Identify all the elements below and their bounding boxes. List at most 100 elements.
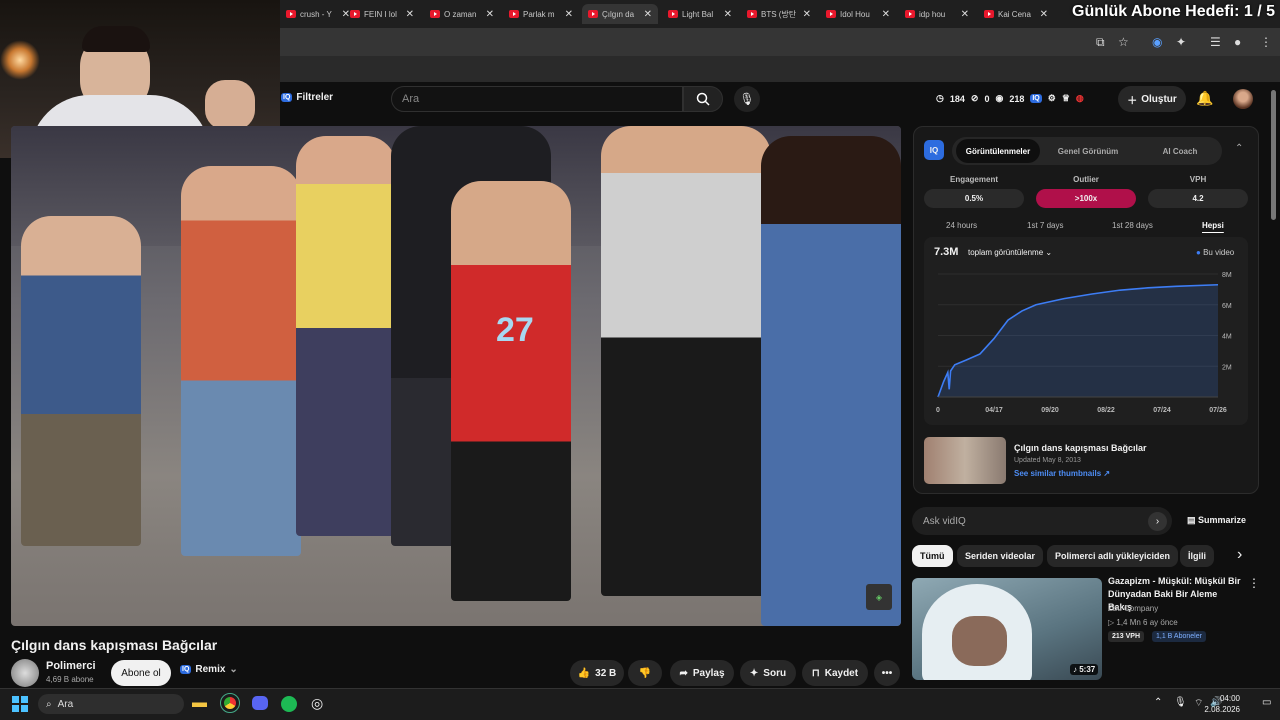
duration-text: 5:37 [1079, 665, 1096, 674]
remix-button[interactable]: IQ Remix ⌄ [180, 664, 238, 675]
stream-overlay-text: Günlük Abone Hedefi: 1 / 5 [1072, 3, 1275, 20]
puzzle-icon[interactable]: ✦ [1176, 35, 1186, 49]
filter-button[interactable]: IQ Filtreler [281, 92, 333, 103]
search-icon [696, 92, 710, 106]
range-tab[interactable]: 1st 7 days [1027, 221, 1063, 230]
recommendation-subs: 1,1 B Aboneler [1152, 631, 1206, 642]
browser-tab[interactable]: Kai Cena ✕ [978, 4, 1054, 24]
ask-vidiq-input[interactable]: Ask vidIQ [912, 507, 1172, 535]
browser-tab[interactable]: Çılgın da ✕ [582, 4, 658, 24]
range-tab[interactable]: Hepsi [1202, 221, 1224, 230]
account-avatar[interactable] [1233, 89, 1253, 109]
star-icon[interactable]: ☆ [1118, 35, 1129, 49]
system-clock[interactable]: 04:00 2.08.2026 [1196, 693, 1240, 715]
x-tick-label: 04/17 [985, 407, 1003, 414]
recommendation-channel[interactable]: Zbu Company [1108, 604, 1158, 613]
chrome-icon[interactable] [220, 693, 240, 713]
scrollbar[interactable] [1271, 90, 1276, 220]
summarize-button[interactable]: ▤ Summarize [1187, 515, 1246, 526]
profile-icon[interactable]: ● [1234, 35, 1241, 49]
discord-icon[interactable] [252, 696, 268, 710]
windows-start-icon[interactable] [12, 696, 28, 712]
video-card-title: Çılgın dans kapışması Bağcılar [1014, 443, 1147, 453]
taskbar-search[interactable]: ⌕ Ara [38, 694, 184, 714]
similar-thumbnails-link[interactable]: See similar thumbnails ↗ [1014, 469, 1110, 478]
browser-tab[interactable]: Idol Hou ✕ [820, 4, 896, 24]
live-icon[interactable]: ◍ [1076, 93, 1084, 104]
file-explorer-icon[interactable]: ▬ [192, 694, 207, 711]
like-button[interactable]: 👍 32 B [570, 660, 624, 686]
views-chart: 7.3M toplam görüntülenme ⌄ ● Bu video 2M… [924, 237, 1248, 425]
browser-tab[interactable]: Parlak m ✕ [503, 4, 579, 24]
chips-next-icon[interactable]: › [1237, 546, 1242, 564]
tab-close-icon[interactable]: ✕ [961, 9, 969, 20]
range-tab[interactable]: 24 hours [946, 221, 977, 230]
voice-search-button[interactable]: 🎙 [734, 86, 760, 112]
tab-title: Kai Cena [998, 9, 1031, 19]
vidiq-tab[interactable]: AI Coach [1138, 139, 1222, 163]
notifications-bell-icon[interactable]: 🔔 [1196, 90, 1213, 107]
y-tick-label: 6M [1222, 303, 1232, 310]
ask-send-button[interactable]: › [1148, 512, 1167, 531]
save-button[interactable]: ⊓ Kaydet [802, 660, 868, 686]
obs-icon[interactable]: ◎ [311, 695, 323, 712]
tab-close-icon[interactable]: ✕ [803, 9, 811, 20]
tab-close-icon[interactable]: ✕ [565, 9, 573, 20]
browser-tab[interactable]: O zaman ✕ [424, 4, 500, 24]
recommendation-thumbnail[interactable]: ♪ 5:37 [912, 578, 1102, 680]
trophy-icon[interactable]: ♕ [1062, 93, 1070, 104]
vidiq-tab[interactable]: Görüntülenmeler [956, 139, 1040, 163]
collapse-icon[interactable]: ⌃ [1235, 143, 1243, 154]
person [21, 216, 141, 546]
tray-expand-icon[interactable]: ⌃ [1154, 697, 1162, 708]
browser-tab[interactable]: idp hou ✕ [899, 4, 975, 24]
tab-close-icon[interactable]: ✕ [486, 9, 494, 20]
channel-name[interactable]: Polimerci [46, 660, 96, 672]
channel-watermark-icon[interactable]: ◈ [866, 584, 892, 610]
menu-icon[interactable]: ⋮ [1260, 35, 1272, 49]
dislike-button[interactable]: 👎 [628, 660, 662, 686]
tab-title: BTS (방탄 [761, 9, 797, 19]
channel-avatar[interactable] [11, 659, 39, 687]
vidiq-icon[interactable]: IQ [1030, 94, 1042, 103]
filter-chip[interactable]: Tümü [912, 545, 953, 567]
tab-close-icon[interactable]: ✕ [406, 9, 414, 20]
microphone-tray-icon[interactable]: 🎙 [1174, 697, 1187, 708]
search-input[interactable]: Ara [391, 86, 683, 112]
y-tick-label: 4M [1222, 334, 1232, 341]
playlist-icon[interactable]: ☰ [1210, 35, 1221, 49]
video-player[interactable]: 27 ◈ [11, 126, 901, 626]
filter-chip[interactable]: İlgili [1180, 545, 1214, 567]
vidiq-tab[interactable]: Genel Görünüm [1046, 139, 1130, 163]
ask-button[interactable]: ✦ Soru [740, 660, 796, 686]
range-tab[interactable]: 1st 28 days [1112, 221, 1153, 230]
bookmarks-bar [280, 56, 1280, 82]
filter-chip[interactable]: Seriden videolar [957, 545, 1044, 567]
extension-icon[interactable]: ⧉ [1096, 35, 1105, 50]
tab-close-icon[interactable]: ✕ [882, 9, 890, 20]
eye-icon: ◉ [995, 93, 1004, 103]
create-label: Oluştur [1141, 93, 1177, 105]
vidiq-logo-icon: IQ [924, 140, 944, 160]
subscribe-button[interactable]: Abone ol [111, 660, 171, 686]
vidiq-extension-icon[interactable]: ◉ [1152, 35, 1162, 49]
spotify-icon[interactable] [281, 696, 297, 712]
tab-close-icon[interactable]: ✕ [644, 9, 652, 20]
tools-icon[interactable]: ⚙ [1048, 93, 1056, 104]
taskbar-search-placeholder: Ara [57, 698, 74, 710]
browser-tab[interactable]: FEIN I lol ✕ [344, 4, 420, 24]
create-button[interactable]: ＋ Oluştur [1118, 86, 1186, 112]
ask-placeholder: Ask vidIQ [923, 515, 966, 527]
search-button[interactable] [683, 86, 723, 112]
metric-label: VPH [1189, 175, 1207, 184]
browser-tab[interactable]: BTS (방탄 ✕ [741, 4, 817, 24]
tab-close-icon[interactable]: ✕ [724, 9, 732, 20]
tab-close-icon[interactable]: ✕ [1040, 9, 1048, 20]
filter-chip[interactable]: Polimerci adlı yükleyiciden [1047, 545, 1179, 567]
share-button[interactable]: ➦ Paylaş [670, 660, 734, 686]
browser-tab[interactable]: Light Bal ✕ [662, 4, 738, 24]
more-vert-icon[interactable]: ⋮ [1248, 576, 1260, 590]
notification-center-icon[interactable]: ▭ [1262, 697, 1271, 708]
more-actions-button[interactable]: ••• [874, 660, 900, 686]
vidiq-badge-icon: IQ [281, 93, 293, 102]
